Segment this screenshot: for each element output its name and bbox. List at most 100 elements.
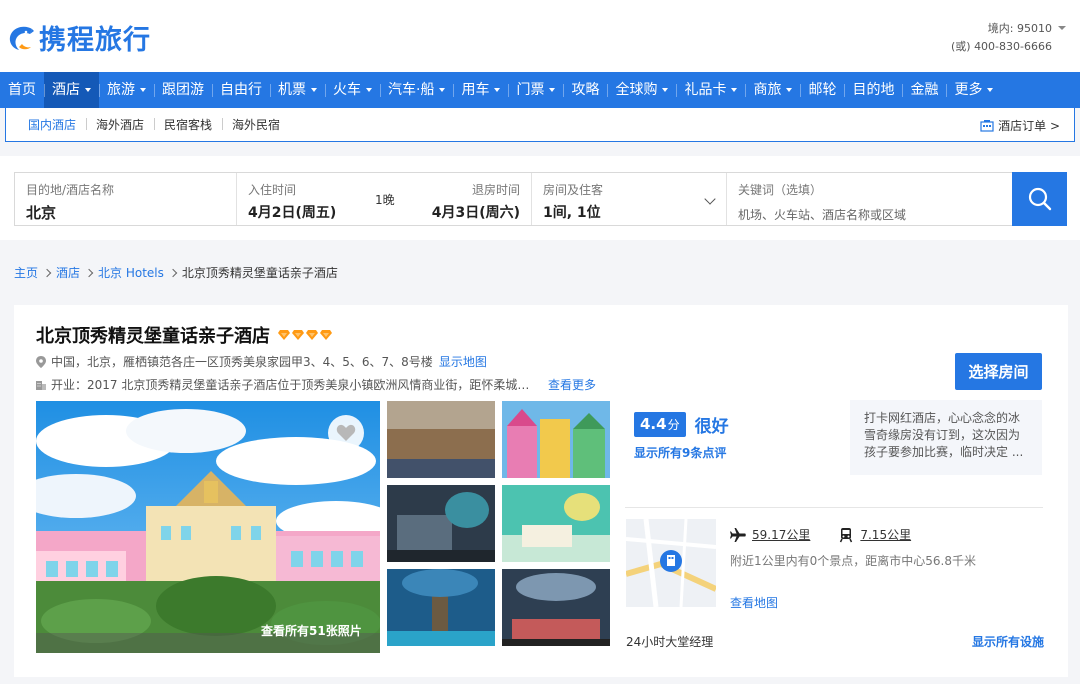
view-map-link[interactable]: 查看地图 bbox=[730, 594, 778, 611]
breadcrumb-city[interactable]: 北京 Hotels bbox=[98, 264, 164, 281]
subnav-overseas-homestay[interactable]: 海外民宿 bbox=[222, 116, 290, 133]
rating-word: 很好 bbox=[694, 417, 729, 437]
nav-travel[interactable]: 旅游 bbox=[99, 72, 154, 108]
show-map-link[interactable]: 显示地图 bbox=[439, 353, 487, 370]
chevron-right-icon bbox=[42, 268, 52, 277]
checkout-value: 4月3日(周六) bbox=[431, 205, 520, 221]
rating-block: 4.4分 很好 bbox=[634, 412, 729, 437]
thumbnail-photo[interactable] bbox=[502, 485, 610, 562]
thumbnail-photo[interactable] bbox=[387, 401, 495, 478]
diamond-rating bbox=[278, 330, 334, 340]
favorite-button[interactable] bbox=[328, 415, 364, 451]
nav-group-tour[interactable]: 跟团游 bbox=[154, 72, 212, 108]
breadcrumb-hotel[interactable]: 酒店 bbox=[56, 264, 80, 281]
hotel-search-box: 目的地/酒店名称 北京 入住时间 4月2日(周五) 1晚 退房时间 4月3日(周… bbox=[14, 172, 1067, 226]
airport-distance[interactable]: 59.17公里 bbox=[752, 526, 810, 543]
brand-name: 携程旅行 bbox=[39, 25, 151, 56]
nav-guides[interactable]: 攻略 bbox=[563, 72, 607, 108]
hotel-name: 北京顶秀精灵堡童话亲子酒店 bbox=[36, 326, 270, 347]
keyword-label: 关键词（选填） bbox=[738, 183, 823, 197]
nav-trains[interactable]: 火车 bbox=[325, 72, 380, 108]
nav-finance[interactable]: 金融 bbox=[902, 72, 946, 108]
dolphin-logo-icon bbox=[9, 26, 34, 50]
nav-flights[interactable]: 机票 bbox=[270, 72, 325, 108]
diamond-icon bbox=[278, 330, 290, 340]
chevron-down-icon bbox=[549, 88, 556, 92]
nav-car[interactable]: 用车 bbox=[453, 72, 508, 108]
breadcrumb-home[interactable]: 主页 bbox=[14, 264, 38, 281]
thumbnail-photo[interactable] bbox=[387, 485, 495, 562]
nav-bus-ship[interactable]: 汽车·船 bbox=[380, 72, 453, 108]
room-guest-label: 房间及住客 bbox=[543, 183, 604, 197]
nav-global-shop[interactable]: 全球购 bbox=[607, 72, 676, 108]
hotel-detail-card: 北京顶秀精灵堡童话亲子酒店 中国，北京，雁栖镇范各庄一区顶秀美泉家园甲3、4、5… bbox=[14, 305, 1068, 677]
nav-more[interactable]: 更多 bbox=[946, 72, 1001, 108]
nav-gift-card[interactable]: 礼品卡 bbox=[676, 72, 745, 108]
diamond-icon bbox=[306, 330, 318, 340]
chevron-down-icon bbox=[85, 88, 91, 92]
hotel-order-link[interactable]: 酒店订单 > bbox=[980, 117, 1060, 134]
destination-field[interactable]: 目的地/酒店名称 北京 bbox=[15, 173, 237, 225]
chevron-down-icon bbox=[366, 88, 372, 92]
hotel-intro: 开业：2017 北京顶秀精灵堡童话亲子酒店位于顶秀美泉小镇欧洲风情商业街，距怀柔… bbox=[36, 376, 616, 393]
search-band: 目的地/酒店名称 北京 入住时间 4月2日(周五) 1晚 退房时间 4月3日(周… bbox=[0, 156, 1080, 240]
destination-value: 北京 bbox=[26, 204, 57, 222]
nearby-info: 附近1公里内有0个景点，距离市中心56.8千米 bbox=[730, 554, 976, 568]
thumbnail-photo[interactable] bbox=[502, 569, 610, 646]
alt-phone: (或) 400-830-6666 bbox=[950, 40, 1052, 53]
nav-hotel[interactable]: 酒店 bbox=[44, 72, 99, 108]
nav-cruise[interactable]: 邮轮 bbox=[800, 72, 844, 108]
choose-room-button[interactable]: 选择房间 bbox=[955, 353, 1042, 390]
checkout-label: 退房时间 bbox=[471, 183, 520, 197]
thumbnail-photo[interactable] bbox=[387, 569, 495, 646]
subnav-domestic-hotel[interactable]: 国内酒店 bbox=[6, 116, 86, 133]
subnav-overseas-hotel[interactable]: 海外酒店 bbox=[86, 116, 154, 133]
kids-room-image bbox=[502, 485, 610, 562]
chevron-down-icon bbox=[987, 88, 994, 92]
all-photos-link[interactable]: 查看所有51张照片 bbox=[261, 622, 362, 639]
forest-lobby-image bbox=[387, 569, 495, 646]
nights-count: 1晚 bbox=[375, 193, 395, 207]
review-quote[interactable]: 打卡网红酒店，心心念念的冰雪奇缘房没有订到，这次因为孩子要参加比赛，临时决定 .… bbox=[850, 400, 1042, 475]
diamond-icon bbox=[292, 330, 304, 340]
nav-tickets[interactable]: 门票 bbox=[508, 72, 563, 108]
keyword-placeholder: 机场、火车站、酒店名称或区域 bbox=[738, 208, 907, 222]
search-icon bbox=[1028, 187, 1051, 211]
all-reviews-link[interactable]: 显示所有9条点评 bbox=[634, 444, 726, 461]
checkin-value: 4月2日(周五) bbox=[248, 205, 337, 221]
colorful-houses-image bbox=[502, 401, 610, 478]
ctrip-logo[interactable]: 携程旅行 bbox=[6, 18, 151, 57]
breadcrumb-current: 北京顶秀精灵堡童话亲子酒店 bbox=[181, 266, 338, 280]
nav-business[interactable]: 商旅 bbox=[745, 72, 800, 108]
restaurant-image bbox=[502, 569, 610, 646]
nav-home[interactable]: 首页 bbox=[0, 72, 44, 108]
keyword-field[interactable]: 关键词（选填） 机场、火车站、酒店名称或区域 bbox=[727, 173, 1013, 225]
address-text: 中国，北京，雁栖镇范各庄一区顶秀美泉家园甲3、4、5、6、7、8号楼 bbox=[51, 355, 433, 369]
date-field[interactable]: 入住时间 4月2日(周五) 1晚 退房时间 4月3日(周六) bbox=[237, 173, 532, 225]
nav-free-travel[interactable]: 自由行 bbox=[212, 72, 270, 108]
chevron-right-icon bbox=[84, 268, 94, 277]
mini-map[interactable] bbox=[626, 519, 716, 607]
building-icon bbox=[36, 381, 46, 390]
nav-destination[interactable]: 目的地 bbox=[844, 72, 902, 108]
chevron-down-icon bbox=[704, 193, 716, 205]
see-more-link[interactable]: 查看更多 bbox=[548, 376, 596, 393]
subnav-inns[interactable]: 民宿客栈 bbox=[154, 116, 222, 133]
main-nav: 首页 酒店 旅游 跟团游 自由行 机票 火车 汽车·船 用车 门票 攻略 全球购… bbox=[0, 72, 1080, 108]
hotel-intro-text: 开业：2017 北京顶秀精灵堡童话亲子酒店位于顶秀美泉小镇欧洲风情商业街，距怀柔… bbox=[51, 378, 536, 392]
contact-phones: 境内: 95010 (或) 400-830-6666 bbox=[951, 20, 1066, 56]
themed-room-image bbox=[387, 485, 495, 562]
map-preview-image bbox=[626, 519, 716, 607]
domestic-phone[interactable]: 境内: 95010 bbox=[951, 20, 1066, 38]
chevron-down-icon bbox=[311, 88, 317, 92]
thumbnail-photo[interactable] bbox=[502, 401, 610, 478]
train-distance[interactable]: 7.15公里 bbox=[860, 526, 911, 543]
main-hotel-photo[interactable]: 查看所有51张照片 bbox=[36, 401, 380, 653]
location-pin-icon bbox=[36, 355, 46, 368]
search-button[interactable] bbox=[1012, 172, 1067, 226]
hotel-title: 北京顶秀精灵堡童话亲子酒店 bbox=[36, 322, 334, 348]
town-aerial-image bbox=[387, 401, 495, 478]
room-guest-field[interactable]: 房间及住客 1间, 1位 bbox=[532, 173, 727, 225]
all-facilities-link[interactable]: 显示所有设施 bbox=[972, 633, 1044, 650]
top-bar: 携程旅行 境内: 95010 (或) 400-830-6666 bbox=[0, 0, 1080, 72]
